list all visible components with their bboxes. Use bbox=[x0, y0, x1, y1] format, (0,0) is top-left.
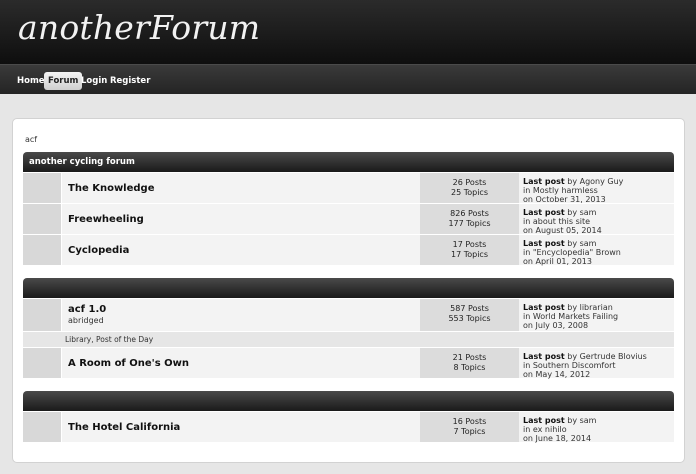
post-count: 17 Posts bbox=[452, 240, 487, 249]
last-post-author: by librarian bbox=[567, 303, 613, 312]
forum-status-icon bbox=[23, 235, 62, 265]
forum-title[interactable]: acf 1.0 bbox=[68, 304, 106, 315]
post-count: 21 Posts bbox=[452, 353, 487, 362]
last-post: Last post by sam in "Encyclopedia" Brown… bbox=[523, 239, 621, 266]
topic-count: 7 Topics bbox=[453, 427, 486, 436]
forum-title[interactable]: A Room of One's Own bbox=[68, 358, 189, 369]
breadcrumb[interactable]: acf bbox=[25, 135, 37, 144]
site-header: anotherForum bbox=[0, 0, 696, 64]
nav-login[interactable]: Login bbox=[78, 72, 110, 90]
forum-row: A Room of One's Own 21 Posts 8 Topics La… bbox=[23, 348, 674, 379]
last-post-label[interactable]: Last post bbox=[523, 352, 565, 361]
last-post: Last post by Gertrude Blovius in Souther… bbox=[523, 352, 647, 379]
last-post-date: on June 18, 2014 bbox=[523, 434, 592, 443]
last-post: Last post by Agony Guy in Mostly harmles… bbox=[523, 177, 623, 204]
forum-status-icon bbox=[23, 412, 62, 442]
forum-row: Freewheeling 826 Posts 177 Topics Last p… bbox=[23, 204, 674, 235]
last-post: Last post by sam in ex nihilo on June 18… bbox=[523, 416, 596, 443]
last-post-date: on August 05, 2014 bbox=[523, 226, 602, 235]
last-post-author: by Gertrude Blovius bbox=[567, 352, 647, 361]
forum-panel: acf another cycling forum The Knowledge … bbox=[12, 118, 685, 463]
last-post-label[interactable]: Last post bbox=[523, 177, 565, 186]
topic-count: 17 Topics bbox=[450, 250, 488, 259]
site-logo[interactable]: anotherForum bbox=[18, 8, 260, 47]
forum-title[interactable]: The Knowledge bbox=[68, 183, 155, 194]
last-post-topic: in ex nihilo bbox=[523, 425, 567, 434]
forum-title[interactable]: The Hotel California bbox=[68, 422, 180, 433]
post-count: 826 Posts bbox=[450, 209, 489, 218]
last-post-author: by sam bbox=[567, 239, 597, 248]
last-post-date: on July 03, 2008 bbox=[523, 321, 589, 330]
last-post-label[interactable]: Last post bbox=[523, 416, 565, 425]
forum-stats: 16 Posts 7 Topics bbox=[420, 412, 519, 442]
forum-status-icon bbox=[23, 204, 62, 234]
forum-stats: 26 Posts 25 Topics bbox=[420, 173, 519, 203]
forum-status-icon bbox=[23, 299, 62, 331]
last-post-label[interactable]: Last post bbox=[523, 303, 565, 312]
main-nav: Home Forum Login Register bbox=[0, 64, 696, 94]
forum-row: acf 1.0 abridged 587 Posts 553 Topics La… bbox=[23, 299, 674, 332]
topic-count: 553 Topics bbox=[448, 314, 491, 323]
subforum-list[interactable]: Library, Post of the Day bbox=[23, 332, 674, 347]
forum-status-icon bbox=[23, 348, 62, 378]
category-header[interactable] bbox=[23, 391, 674, 411]
last-post-topic: in about this site bbox=[523, 217, 591, 226]
forum-stats: 587 Posts 553 Topics bbox=[420, 299, 519, 331]
nav-home[interactable]: Home bbox=[14, 72, 48, 90]
last-post-label[interactable]: Last post bbox=[523, 239, 565, 248]
last-post-date: on April 01, 2013 bbox=[523, 257, 592, 266]
category-header[interactable]: another cycling forum bbox=[23, 152, 674, 172]
forum-stats: 21 Posts 8 Topics bbox=[420, 348, 519, 378]
category-header[interactable] bbox=[23, 278, 674, 298]
nav-forum[interactable]: Forum bbox=[44, 72, 83, 90]
topic-count: 8 Topics bbox=[453, 363, 486, 372]
nav-register[interactable]: Register bbox=[107, 72, 153, 90]
last-post-author: by sam bbox=[567, 208, 597, 217]
post-count: 587 Posts bbox=[450, 304, 489, 313]
last-post: Last post by librarian in World Markets … bbox=[523, 303, 618, 330]
forum-stats: 17 Posts 17 Topics bbox=[420, 235, 519, 265]
last-post-author: by Agony Guy bbox=[567, 177, 624, 186]
forum-title[interactable]: Cyclopedia bbox=[68, 245, 129, 256]
last-post-date: on May 14, 2012 bbox=[523, 370, 591, 379]
last-post-date: on October 31, 2013 bbox=[523, 195, 606, 204]
forum-title[interactable]: Freewheeling bbox=[68, 214, 144, 225]
post-count: 26 Posts bbox=[452, 178, 487, 187]
forum-row: The Knowledge 26 Posts 25 Topics Last po… bbox=[23, 173, 674, 204]
last-post-topic: in Mostly harmless bbox=[523, 186, 598, 195]
topic-count: 177 Topics bbox=[448, 219, 491, 228]
forum-row: The Hotel California 16 Posts 7 Topics L… bbox=[23, 412, 674, 443]
forum-status-icon bbox=[23, 173, 62, 203]
forum-description: abridged bbox=[68, 316, 104, 325]
last-post-label[interactable]: Last post bbox=[523, 208, 565, 217]
topic-count: 25 Topics bbox=[450, 188, 488, 197]
forum-row: Cyclopedia 17 Posts 17 Topics Last post … bbox=[23, 235, 674, 266]
last-post: Last post by sam in about this site on A… bbox=[523, 208, 602, 235]
last-post-topic: in "Encyclopedia" Brown bbox=[523, 248, 621, 257]
forum-stats: 826 Posts 177 Topics bbox=[420, 204, 519, 234]
last-post-topic: in World Markets Failing bbox=[523, 312, 619, 321]
last-post-author: by sam bbox=[567, 416, 597, 425]
post-count: 16 Posts bbox=[452, 417, 487, 426]
last-post-topic: in Southern Discomfort bbox=[523, 361, 616, 370]
